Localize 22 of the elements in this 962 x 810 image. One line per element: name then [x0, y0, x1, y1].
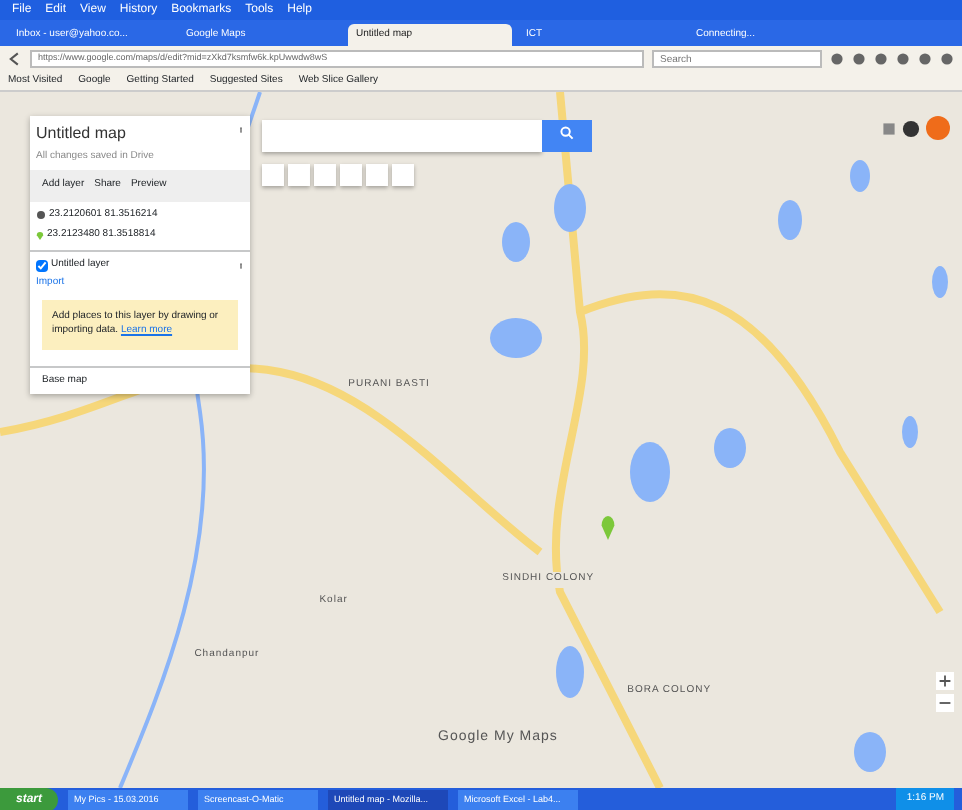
zoom-out-icon[interactable]: [936, 693, 954, 711]
lake: [778, 200, 802, 240]
back-icon[interactable]: [8, 52, 22, 66]
lake: [630, 442, 670, 502]
lake: [554, 184, 586, 232]
map-pin-icon: [36, 229, 44, 242]
map-search-field[interactable]: [262, 120, 542, 152]
zoom-in-icon[interactable]: [936, 672, 954, 690]
map-pin-icon[interactable]: [600, 516, 616, 540]
lake: [490, 318, 542, 358]
map-title[interactable]: Untitled map: [36, 122, 126, 146]
lake: [502, 222, 530, 262]
lake: [854, 732, 886, 772]
directions-icon: [36, 209, 46, 220]
lake: [714, 428, 746, 468]
lake: [850, 160, 870, 192]
search-icon: [560, 126, 574, 141]
search-button[interactable]: [542, 120, 592, 152]
layer-checkbox[interactable]: [36, 259, 48, 271]
lake: [902, 416, 918, 448]
lake: [556, 646, 584, 698]
lake: [932, 266, 948, 298]
